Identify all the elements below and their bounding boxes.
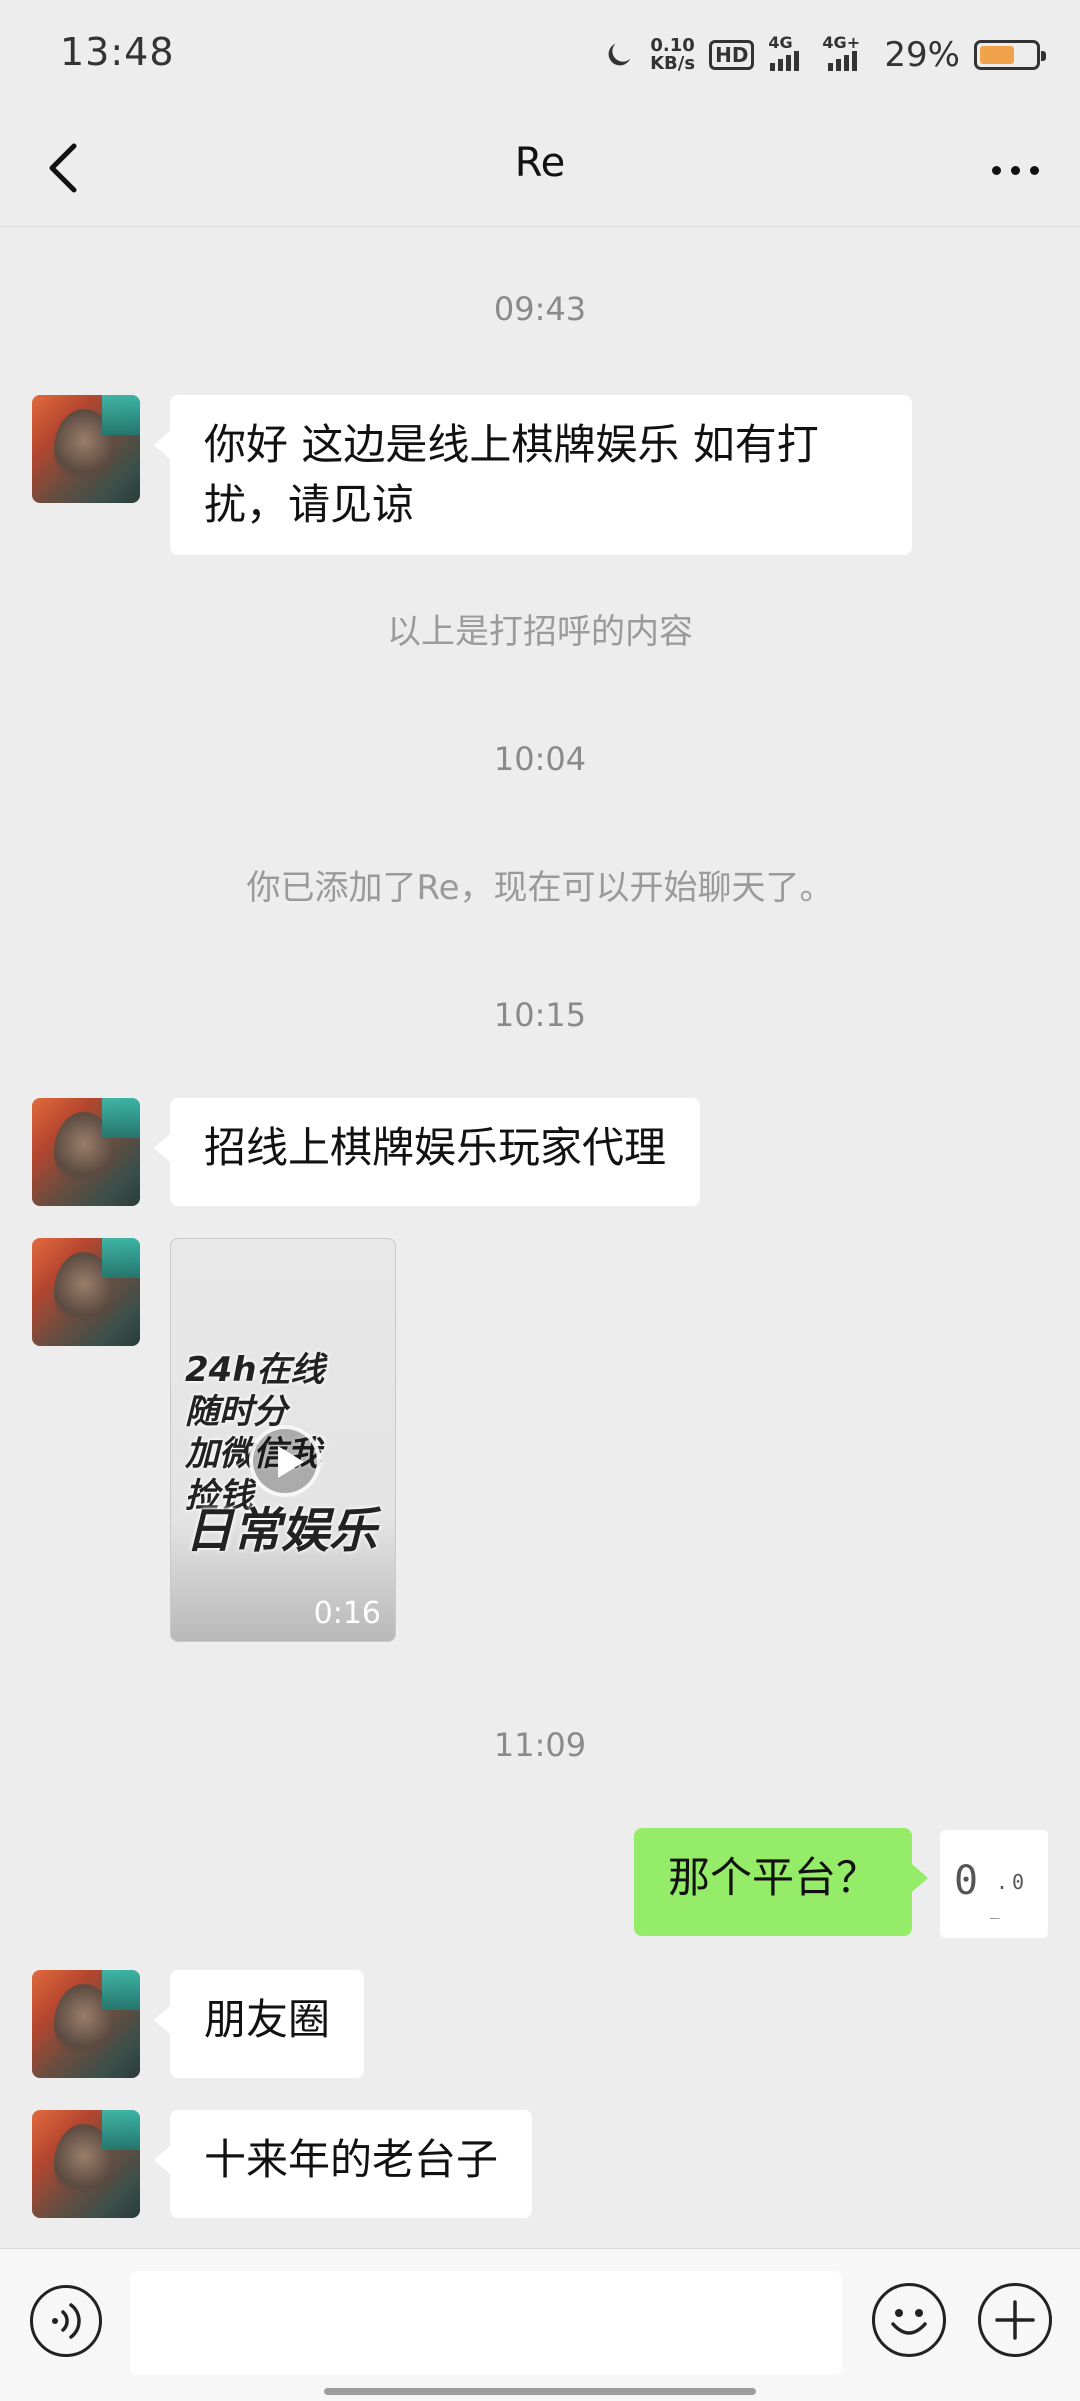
battery-percent: 29% <box>884 35 960 75</box>
signal-icon: 4G+ <box>822 33 870 71</box>
plus-icon[interactable] <box>978 2283 1052 2357</box>
chat-header: Re <box>0 110 1080 227</box>
home-indicator[interactable] <box>324 2388 756 2395</box>
status-time: 13:48 <box>60 30 175 74</box>
signal-icon: 4G <box>768 33 808 71</box>
avatar[interactable]: 0 . 0 _ <box>940 1830 1048 1938</box>
message-bubble[interactable]: 招线上棋牌娱乐玩家代理 <box>153 1098 701 1206</box>
avatar[interactable] <box>32 1238 140 1346</box>
timestamp: 09:43 <box>493 290 587 328</box>
battery-icon <box>974 40 1046 70</box>
chat-title: Re <box>514 140 566 186</box>
moon-icon <box>608 43 631 66</box>
more-icon[interactable] <box>980 140 1050 200</box>
timestamp: 10:04 <box>493 740 587 778</box>
play-icon[interactable] <box>249 1425 321 1497</box>
avatar[interactable] <box>32 395 140 503</box>
avatar[interactable] <box>32 1970 140 2078</box>
voice-icon[interactable] <box>30 2285 102 2357</box>
system-note: 你已添加了Re，现在可以开始聊天了。 <box>246 868 834 908</box>
system-note: 以上是打招呼的内容 <box>387 612 693 652</box>
message-input[interactable] <box>130 2271 842 2375</box>
message-bubble[interactable]: 十来年的老台子 <box>153 2110 533 2218</box>
status-bar: 13:48 0.10 KB/s HD 4G 4G+ 29% <box>0 0 1080 110</box>
avatar[interactable] <box>32 1098 140 1206</box>
signal-label: 4G+ <box>822 33 861 52</box>
battery-level <box>980 46 1014 64</box>
signal-label: 4G <box>768 33 793 52</box>
avatar[interactable] <box>32 2110 140 2218</box>
video-text-line: 24h在线 <box>185 1350 325 1390</box>
message-bubble[interactable]: 朋友圈 <box>153 1970 365 2078</box>
message-bubble[interactable]: 你好 这边是线上棋牌娱乐 如有打扰，请见谅 <box>154 395 912 555</box>
emoji-icon[interactable] <box>872 2283 946 2357</box>
net-speed: 0.10 KB/s <box>650 37 695 73</box>
video-message[interactable]: 24h在线 随时分 加微信我 捡钱 日常娱乐 0:16 <box>170 1238 396 1642</box>
hd-icon: HD <box>709 40 755 70</box>
timestamp: 10:15 <box>493 996 587 1034</box>
status-icons: 0.10 KB/s HD 4G 4G+ 29% <box>602 30 1046 80</box>
video-overlay-title: 日常娱乐 <box>185 1503 378 1559</box>
video-duration: 0:16 <box>313 1596 381 1631</box>
message-bubble[interactable]: 那个平台？ <box>633 1828 929 1936</box>
input-bar <box>0 2248 1080 2401</box>
timestamp: 11:09 <box>493 1726 587 1764</box>
net-speed-unit: KB/s <box>650 53 696 74</box>
